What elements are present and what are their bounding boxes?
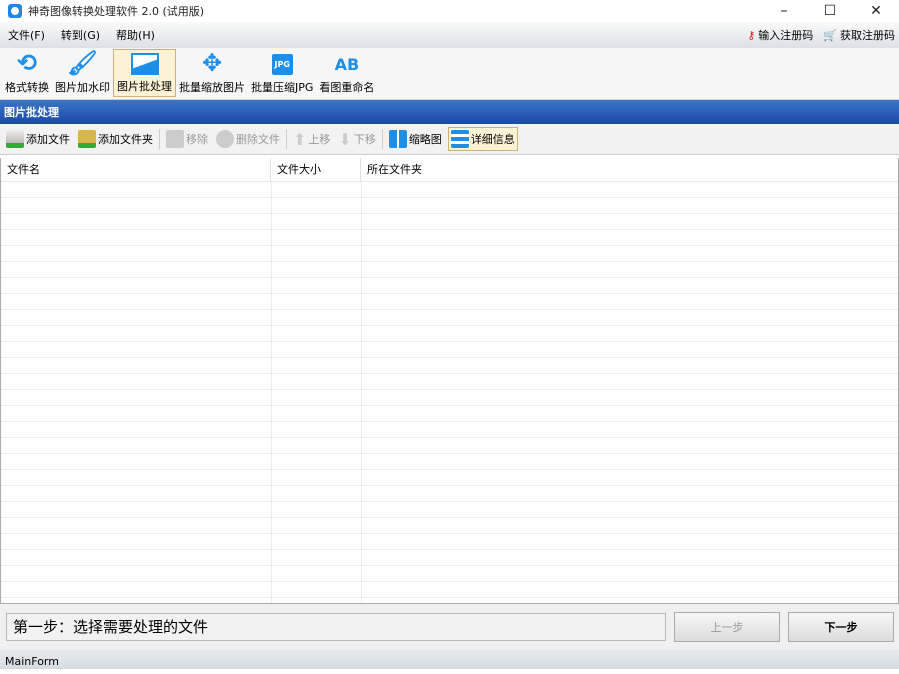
main-toolbar: ⟲ 格式转换 🖌 图片加水印 图片批处理 ✥ 批量缩放图片 JPG 批量压缩JPG AB…	[0, 48, 899, 100]
column-divider	[271, 182, 272, 603]
prev-step-button[interactable]: 上一步	[674, 612, 780, 642]
delete-icon	[216, 130, 234, 148]
next-step-button[interactable]: 下一步	[788, 612, 894, 642]
add-file-button[interactable]: 添加文件	[4, 128, 72, 150]
delete-file-button[interactable]: 删除文件	[214, 128, 282, 150]
status-bar: MainForm	[0, 650, 899, 669]
table-body	[1, 182, 898, 603]
divider	[159, 129, 160, 149]
window-title: 神奇图像转换处理软件 2.0 (试用版)	[28, 5, 205, 18]
key-icon: ⚷	[747, 28, 756, 42]
menu-file[interactable]: 文件(F)	[8, 27, 45, 43]
details-view-button[interactable]: 详细信息	[447, 127, 518, 151]
tool-format-convert[interactable]: ⟲ 格式转换	[2, 49, 52, 97]
close-button[interactable]: ✕	[853, 3, 899, 19]
register-link[interactable]: ⚷ 输入注册码	[747, 27, 813, 43]
tool-compress-jpg[interactable]: JPG 批量压缩JPG	[248, 49, 316, 97]
tool-batch-resize[interactable]: ✥ 批量缩放图片	[176, 49, 248, 97]
grid-icon	[388, 130, 407, 148]
image-icon	[130, 52, 160, 76]
tool-rename[interactable]: AB 看图重命名	[316, 49, 377, 97]
file-list[interactable]: 文件名 文件大小 所在文件夹	[0, 158, 899, 604]
add-folder-icon	[78, 130, 96, 148]
cart-icon: 🛒	[823, 28, 837, 42]
column-header-name[interactable]: 文件名	[1, 158, 271, 182]
minimize-button[interactable]: –	[761, 3, 807, 19]
rename-icon: AB	[334, 54, 360, 74]
app-icon	[8, 4, 22, 18]
tool-watermark[interactable]: 🖌 图片加水印	[52, 49, 113, 97]
maximize-button[interactable]: ☐	[807, 3, 853, 19]
remove-icon	[166, 130, 184, 148]
arrow-up-icon: ⬆	[293, 129, 307, 149]
file-toolbar: 添加文件 添加文件夹 移除 删除文件 ⬆ 上移 ⬇ 下移 缩略图 详细信息	[0, 124, 899, 155]
add-file-icon	[6, 130, 24, 148]
menu-bar: 文件(F) 转到(G) 帮助(H) ⚷ 输入注册码 🛒 获取注册码	[0, 22, 899, 48]
convert-icon: ⟲	[16, 49, 38, 77]
step-text: 第一步：选择需要处理的文件	[6, 613, 666, 641]
wizard-bar: 第一步：选择需要处理的文件 上一步 下一步	[0, 604, 899, 650]
move-arrows-icon: ✥	[201, 49, 223, 77]
section-header: 图片批处理	[0, 100, 899, 124]
divider	[286, 129, 287, 149]
arrow-down-icon: ⬇	[338, 129, 352, 149]
column-header-folder[interactable]: 所在文件夹	[361, 158, 898, 182]
table-header: 文件名 文件大小 所在文件夹	[1, 158, 898, 182]
divider	[381, 129, 383, 149]
column-divider	[361, 182, 362, 603]
title-bar: 神奇图像转换处理软件 2.0 (试用版) – ☐ ✕	[0, 0, 899, 22]
thumbnail-view-button[interactable]: 缩略图	[387, 128, 444, 150]
list-icon	[450, 130, 469, 148]
add-folder-button[interactable]: 添加文件夹	[76, 128, 155, 150]
move-up-button[interactable]: ⬆ 上移	[291, 128, 332, 151]
menu-goto[interactable]: 转到(G)	[61, 27, 100, 43]
move-down-button[interactable]: ⬇ 下移	[336, 128, 377, 151]
menu-help[interactable]: 帮助(H)	[116, 27, 155, 43]
get-code-link[interactable]: 🛒 获取注册码	[823, 27, 895, 43]
remove-button[interactable]: 移除	[164, 128, 210, 150]
jpg-file-icon: JPG	[267, 51, 297, 77]
column-header-size[interactable]: 文件大小	[271, 158, 361, 182]
tool-batch-process[interactable]: 图片批处理	[113, 49, 176, 97]
brush-icon: 🖌	[67, 49, 98, 77]
